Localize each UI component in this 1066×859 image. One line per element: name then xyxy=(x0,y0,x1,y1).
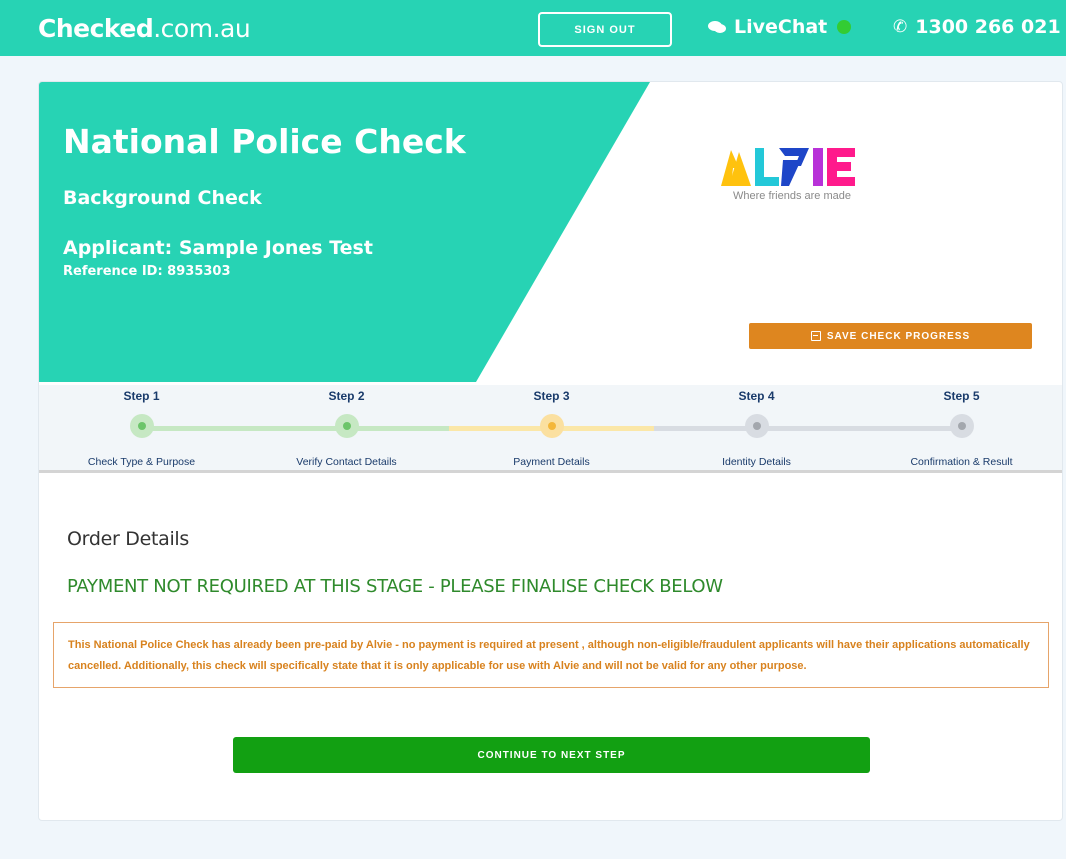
step-dot-pending xyxy=(950,414,974,438)
page-title: National Police Check xyxy=(63,122,466,161)
sign-out-button[interactable]: SIGN OUT xyxy=(538,12,672,47)
phone-icon: ✆ xyxy=(893,17,908,37)
step-title: Step 4 xyxy=(738,389,775,403)
order-details-heading: Order Details xyxy=(67,528,190,550)
progress-stepper: Step 1 Check Type & Purpose Step 2 Verif… xyxy=(39,385,1062,473)
step-label: Check Type & Purpose xyxy=(87,456,196,468)
save-progress-button[interactable]: SAVE CHECK PROGRESS xyxy=(749,323,1032,349)
check-card: National Police Check Background Check A… xyxy=(38,81,1063,821)
step-title: Step 3 xyxy=(533,389,570,403)
step-label: Payment Details xyxy=(513,456,590,468)
phone-number: 1300 266 021 xyxy=(915,16,1061,38)
phone-link[interactable]: ✆ 1300 266 021 xyxy=(893,16,1061,38)
step-dot-done xyxy=(130,414,154,438)
step-dot-pending xyxy=(745,414,769,438)
reference-id: Reference ID: 8935303 xyxy=(63,264,231,279)
step-title: Step 2 xyxy=(328,389,365,403)
online-status-icon xyxy=(837,20,852,34)
livechat-link[interactable]: LiveChat xyxy=(708,16,852,38)
livechat-label: LiveChat xyxy=(734,16,828,38)
step-label: Verify Contact Details xyxy=(296,456,397,468)
step-dot-done xyxy=(335,414,359,438)
partner-tagline: Where friends are made xyxy=(733,190,851,202)
chat-bubbles-icon xyxy=(708,19,728,35)
step-label: Identity Details xyxy=(722,456,791,468)
track-pending xyxy=(654,426,962,431)
prepaid-alert: This National Police Check has already b… xyxy=(53,622,1049,688)
check-subtitle: Background Check xyxy=(63,187,262,209)
track-done xyxy=(141,426,449,431)
step-dot-current xyxy=(540,414,564,438)
step-label: Confirmation & Result xyxy=(910,456,1013,468)
floppy-disk-icon xyxy=(810,331,821,341)
continue-next-step-button[interactable]: CONTINUE TO NEXT STEP xyxy=(233,737,870,773)
payment-status-message: PAYMENT NOT REQUIRED AT THIS STAGE - PLE… xyxy=(67,576,723,597)
site-logo[interactable]: Checked.com.au xyxy=(38,14,251,43)
applicant-name: Applicant: Sample Jones Test xyxy=(63,237,373,259)
top-navbar: Checked.com.au SIGN OUT LiveChat ✆ 1300 … xyxy=(0,0,1066,56)
hero-banner: National Police Check Background Check A… xyxy=(39,82,1062,382)
step-title: Step 5 xyxy=(943,389,980,403)
step-title: Step 1 xyxy=(123,389,160,403)
save-progress-label: SAVE CHECK PROGRESS xyxy=(826,330,971,342)
